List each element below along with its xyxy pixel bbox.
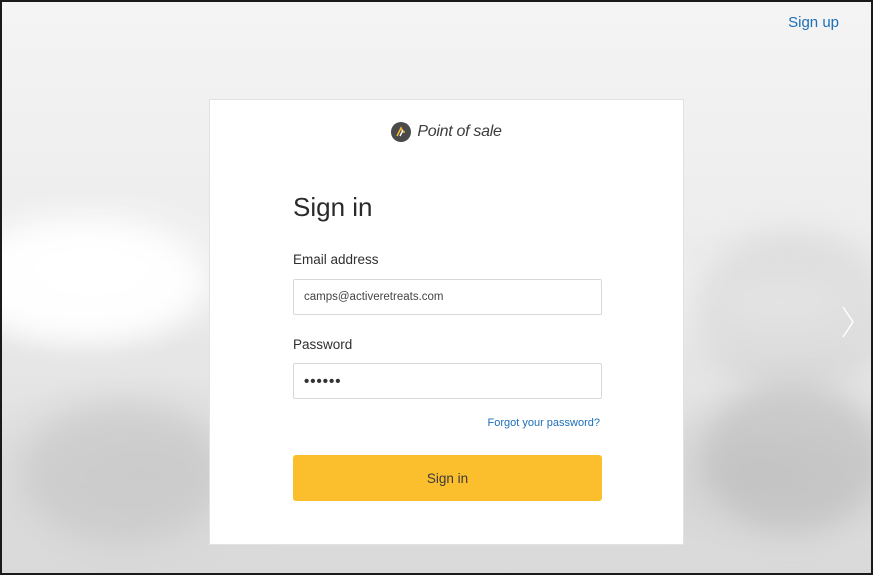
password-field[interactable] [293, 363, 602, 399]
app-window: Sign up Point of sale Sign in Email addr… [0, 0, 873, 575]
email-label: Email address [293, 252, 379, 267]
password-label: Password [293, 337, 353, 352]
page-title: Sign in [293, 192, 373, 222]
chevron-right-icon[interactable] [841, 304, 855, 340]
background-blur [702, 382, 871, 532]
signin-card: Point of sale Sign in Email address Pass… [209, 99, 684, 545]
forgot-password-link[interactable]: Forgot your password? [488, 417, 601, 429]
brand-name: Point of sale [417, 123, 502, 140]
background-blur [22, 402, 222, 542]
background-blur [2, 222, 202, 342]
email-field[interactable] [293, 279, 602, 315]
signup-link[interactable]: Sign up [788, 14, 839, 31]
brand-logo-icon [391, 122, 412, 142]
brand: Point of sale [210, 122, 683, 142]
signin-button[interactable]: Sign in [293, 455, 602, 501]
